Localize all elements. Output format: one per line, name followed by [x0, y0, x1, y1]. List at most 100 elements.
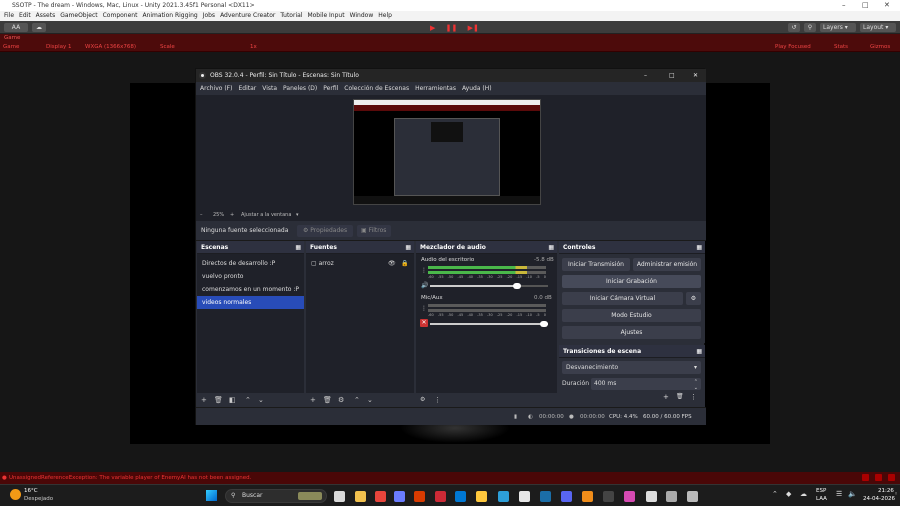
eye-icon[interactable]: 👁	[388, 257, 396, 270]
mail-icon[interactable]	[455, 491, 466, 502]
chevron-up-icon[interactable]: ⌃	[772, 490, 778, 498]
obs-menu-item[interactable]: Archivo (F)	[200, 82, 232, 95]
obs-maximize-icon[interactable]: □	[669, 69, 675, 82]
settings-button[interactable]: Ajustes	[562, 326, 701, 339]
weather-icon[interactable]	[10, 489, 21, 500]
pink-app-icon[interactable]	[624, 491, 635, 502]
unity-menu-item[interactable]: Tutorial	[280, 11, 302, 21]
generic-app-icon[interactable]	[603, 491, 614, 502]
explorer-icon[interactable]	[334, 491, 345, 502]
obs-menu-item[interactable]: Herramientas	[415, 82, 456, 95]
add-transition-icon[interactable]: +	[663, 393, 669, 401]
obs-taskbar-icon[interactable]	[519, 491, 530, 502]
advanced-audio-icon[interactable]: ⚙	[420, 393, 425, 407]
maximize-icon[interactable]: □	[862, 0, 869, 11]
notification-icon[interactable]: ◦	[894, 490, 898, 498]
muted-mic-icon[interactable]: ✕	[420, 319, 428, 327]
scene-item[interactable]: Directos de desarrollo :P	[197, 257, 304, 270]
remove-scene-icon[interactable]: 🗑	[214, 393, 223, 407]
dock-menu-icon[interactable]: ▦	[295, 241, 301, 254]
unity-menu-item[interactable]: Assets	[36, 11, 56, 21]
display-dropdown[interactable]: Display 1	[46, 43, 72, 52]
volume-slider[interactable]	[430, 321, 548, 327]
filters-button[interactable]: ▣ Filtros	[357, 225, 391, 237]
obs-menu-item[interactable]: Colección de Escenas	[344, 82, 409, 95]
obs-minimize-icon[interactable]: –	[644, 69, 647, 82]
wifi-icon[interactable]: ☰	[836, 490, 842, 498]
virtual-camera-settings-icon[interactable]: ⚙	[686, 292, 701, 305]
console-icon[interactable]	[862, 474, 869, 481]
play-focused-dropdown[interactable]: Play Focused	[775, 43, 811, 52]
chrome-icon[interactable]	[375, 491, 386, 502]
channel-menu-icon[interactable]: ⋮	[421, 305, 427, 312]
scene-item[interactable]: comenzamos en un momento :P	[197, 283, 304, 296]
history-icon[interactable]: ↺	[788, 23, 800, 32]
zoom-in-icon[interactable]: +	[230, 209, 234, 221]
move-down-icon[interactable]: ⌄	[258, 393, 264, 407]
remove-transition-icon[interactable]: 🗑	[676, 393, 684, 400]
files-icon[interactable]	[355, 491, 366, 502]
mixer-menu-icon[interactable]: ⋮	[434, 393, 441, 407]
steam-icon[interactable]	[540, 491, 551, 502]
console-status-bar[interactable]: ● UnassignedReferenceException: The vari…	[0, 472, 900, 484]
unity-menu-item[interactable]: Animation Rigging	[142, 11, 197, 21]
layers-dropdown[interactable]: Layers ▾	[820, 23, 856, 32]
wolf-app-icon[interactable]	[687, 491, 698, 502]
game-tab[interactable]: Game	[4, 35, 20, 41]
copilot-icon[interactable]	[394, 491, 405, 502]
unity-menu-item[interactable]: Mobile Input	[307, 11, 344, 21]
scene-item[interactable]: vuelvo pronto	[197, 270, 304, 283]
windows-start-icon[interactable]	[206, 490, 217, 501]
game-display-dropdown[interactable]: Game	[3, 43, 19, 52]
start-stream-button[interactable]: Iniciar Transmisión	[562, 258, 630, 271]
resolution-dropdown[interactable]: WXGA (1366x768)	[85, 43, 136, 52]
unity-menu-item[interactable]: Component	[103, 11, 138, 21]
unity-hub-icon[interactable]	[666, 491, 677, 502]
zoom-fit-dropdown[interactable]: Ajustar a la ventana	[241, 209, 291, 221]
settings-icon[interactable]	[875, 474, 882, 481]
zoom-out-icon[interactable]: –	[200, 209, 203, 221]
search-icon[interactable]: ⚲	[804, 23, 816, 32]
store-icon[interactable]	[498, 491, 509, 502]
unity-menu-item[interactable]: Window	[350, 11, 374, 21]
start-recording-button[interactable]: Iniciar Grabación	[562, 275, 701, 288]
onedrive-icon[interactable]: ☁	[800, 490, 807, 498]
taskbar-search[interactable]: ⚲ Buscar	[225, 489, 327, 503]
pause-icon[interactable]: ❚❚	[446, 24, 458, 32]
language-code[interactable]: ESP	[816, 488, 826, 494]
stats-button[interactable]: Stats	[834, 43, 848, 52]
filter-scene-icon[interactable]: ◧	[229, 393, 236, 407]
slider-knob[interactable]	[512, 283, 521, 289]
manage-broadcast-button[interactable]: Administrar emisión	[633, 258, 701, 271]
scene-item-selected[interactable]: videos normales	[197, 296, 304, 309]
lock-icon[interactable]: 🔒	[401, 257, 408, 270]
slider-knob[interactable]	[540, 321, 548, 327]
transition-menu-icon[interactable]: ⋮	[690, 393, 697, 401]
obs-menu-item[interactable]: Vista	[262, 82, 277, 95]
gizmos-button[interactable]: Gizmos	[870, 43, 890, 52]
step-icon[interactable]: ▶❚	[468, 24, 479, 32]
unity-menu-item[interactable]: Edit	[19, 11, 31, 21]
unity-menu-item[interactable]: GameObject	[60, 11, 97, 21]
source-item[interactable]: ▢ arroz 👁 🔒	[306, 257, 414, 270]
obs-preview[interactable]	[196, 95, 706, 209]
studio-mode-button[interactable]: Modo Estudio	[562, 309, 701, 322]
play-icon[interactable]: ▶	[430, 24, 435, 32]
davinci-icon[interactable]	[435, 491, 446, 502]
dock-menu-icon[interactable]: ▦	[696, 345, 702, 358]
obs-menu-item[interactable]: Perfil	[323, 82, 338, 95]
source-settings-icon[interactable]: ⚙	[338, 393, 344, 407]
warning-icon[interactable]	[888, 474, 895, 481]
unity-menu-item[interactable]: Jobs	[203, 11, 215, 21]
vlc-icon[interactable]	[582, 491, 593, 502]
move-down-icon[interactable]: ⌄	[367, 393, 373, 407]
unity-menu-item[interactable]: Help	[378, 11, 392, 21]
duration-spinbox[interactable]: 400 ms ⌃ ⌄	[591, 378, 701, 391]
move-up-icon[interactable]: ⌃	[245, 393, 251, 407]
close-icon[interactable]: ✕	[884, 0, 890, 11]
obs-menu-item[interactable]: Editar	[238, 82, 256, 95]
dock-menu-icon[interactable]: ▦	[548, 241, 554, 254]
explorer2-icon[interactable]	[476, 491, 487, 502]
minimize-icon[interactable]: –	[842, 0, 846, 11]
chevron-down-icon[interactable]: ▾	[296, 209, 299, 221]
